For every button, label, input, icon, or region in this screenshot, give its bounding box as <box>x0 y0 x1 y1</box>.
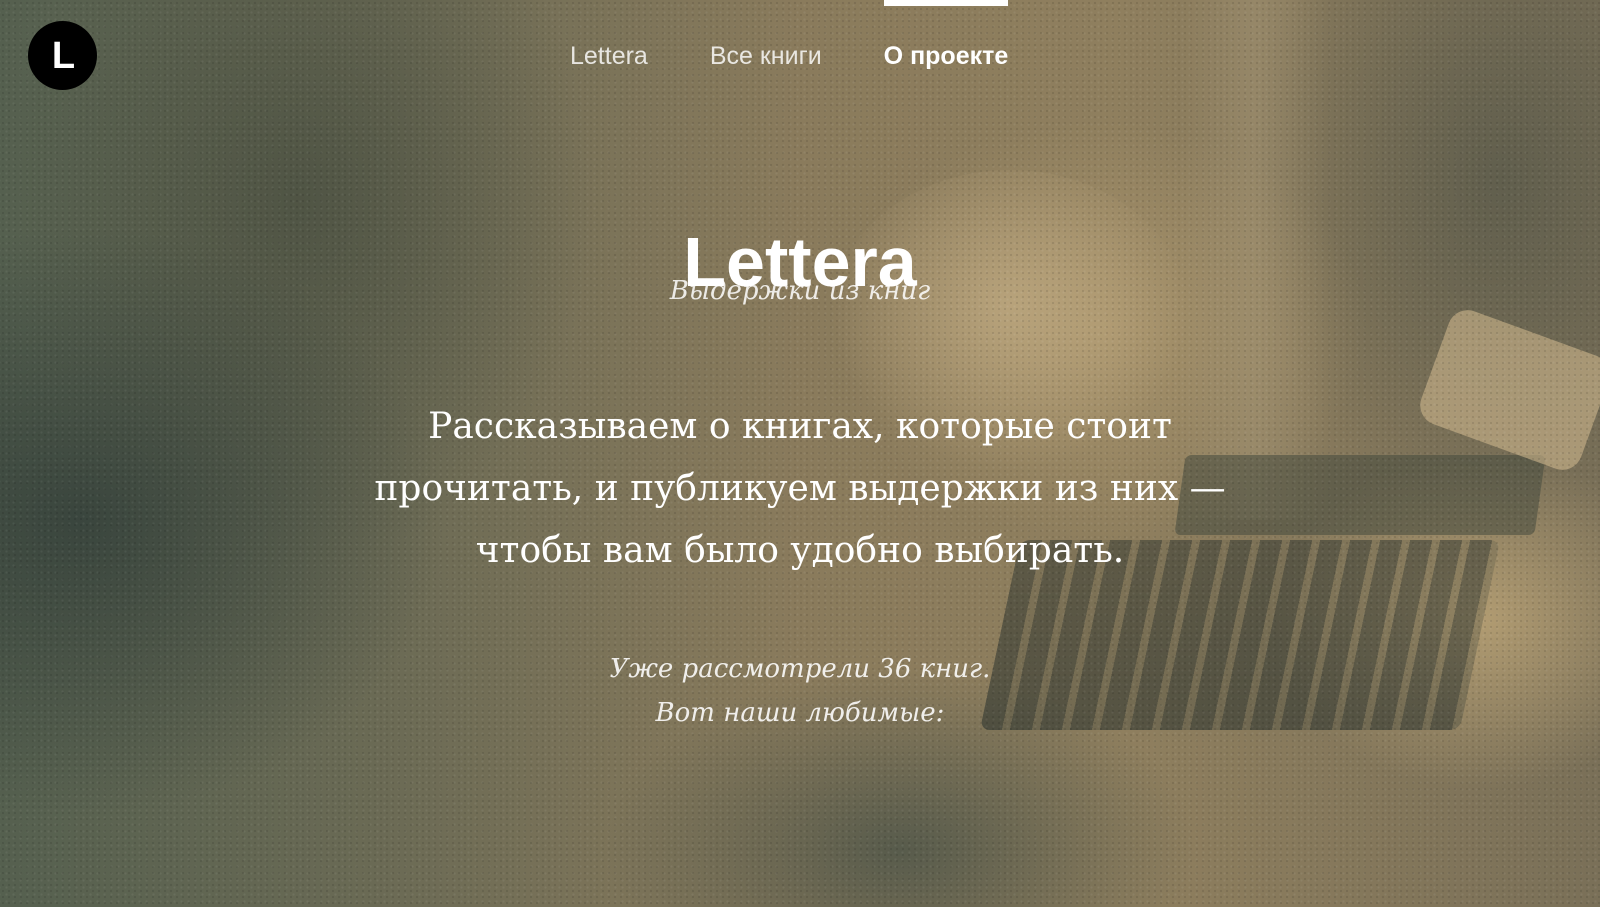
books-stats: Уже рассмотрели 36 книг. Вот наши любимы… <box>0 647 1600 735</box>
nav-item-lettera[interactable]: Lettera <box>539 0 679 71</box>
favorites-intro-text: Вот наши любимые: <box>655 698 945 728</box>
logo-link[interactable]: L <box>28 21 97 90</box>
hero-lead-text: Рассказываем о книгах, которые стоит про… <box>374 406 1226 571</box>
logo-icon: L <box>51 35 76 77</box>
nav-item-label: О проекте <box>883 42 1009 70</box>
active-nav-indicator <box>883 0 1009 6</box>
site-tagline: Выдержки из книг <box>669 276 931 306</box>
nav-item-label: Lettera <box>570 42 648 70</box>
nav-item-about[interactable]: О проекте <box>853 0 1040 71</box>
books-count-text: Уже рассмотрели 36 книг. <box>609 654 991 684</box>
nav-item-all-books[interactable]: Все книги <box>679 0 853 71</box>
main-nav: Lettera Все книги О проекте <box>539 0 1039 71</box>
nav-item-label: Все книги <box>709 42 822 70</box>
